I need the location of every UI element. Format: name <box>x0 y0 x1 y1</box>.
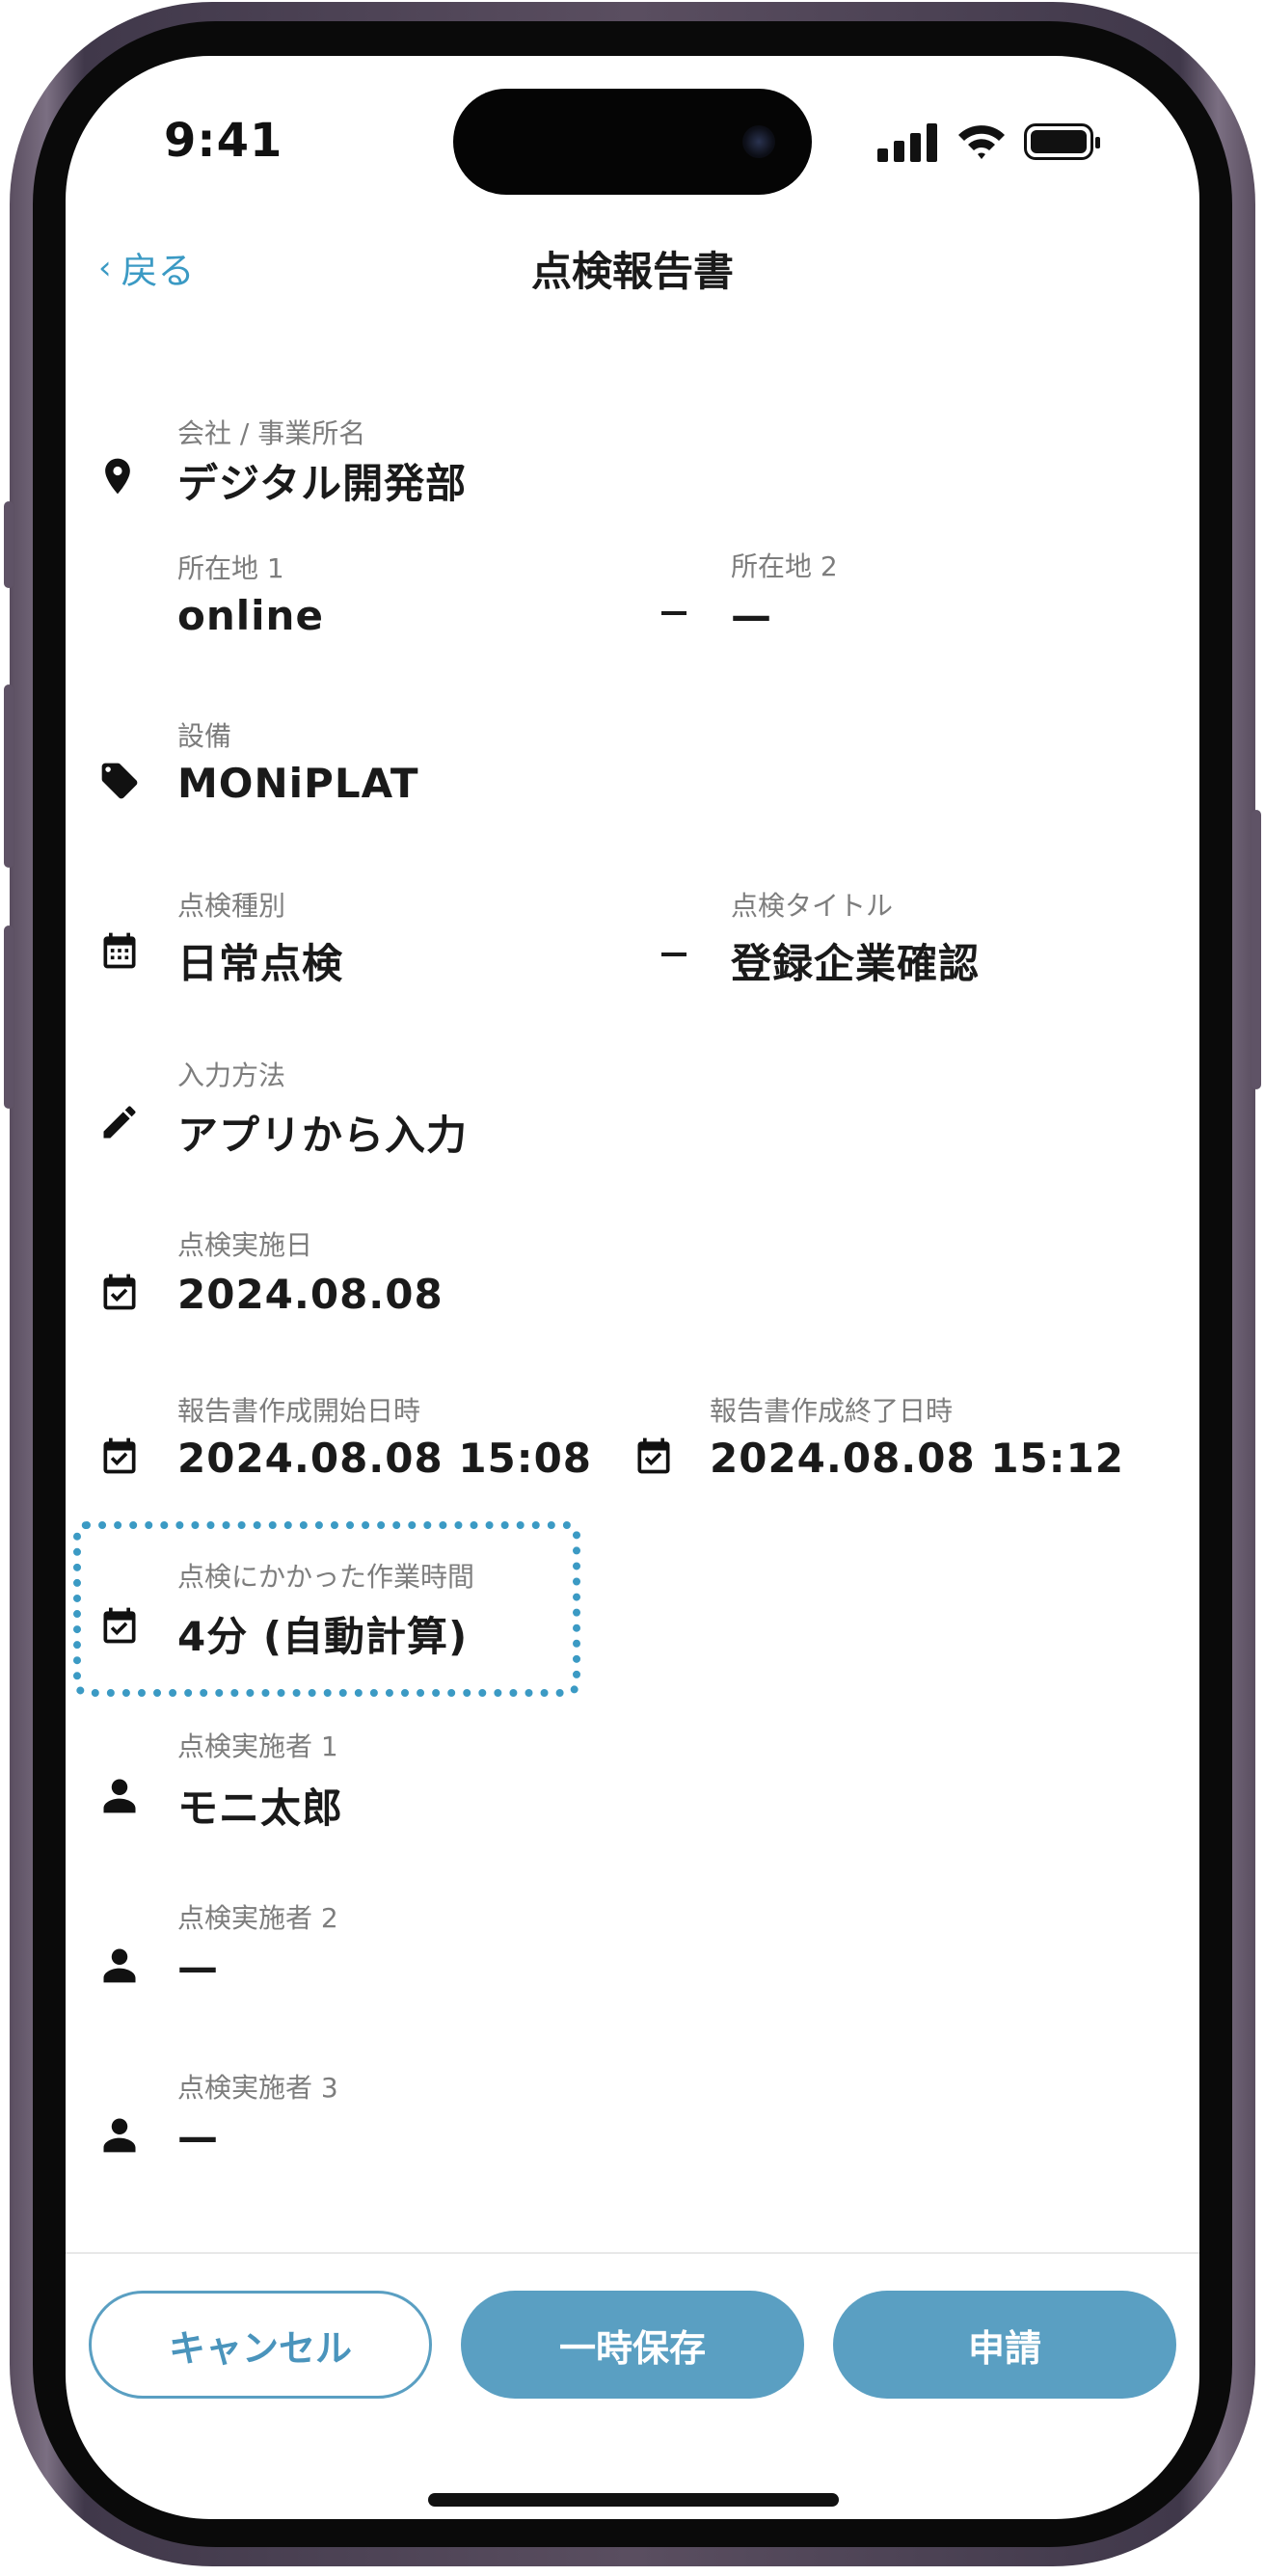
inspection-date-value: 2024.08.08 <box>177 1271 444 1318</box>
equipment-label: 設備 <box>177 720 232 752</box>
report-end-label: 報告書作成終了日時 <box>710 1395 954 1427</box>
phone-side-button <box>4 684 13 868</box>
inspector3-value: — <box>177 2113 219 2160</box>
location1-value: online <box>177 592 324 639</box>
inspector1-value: モニ太郎 <box>177 1784 344 1832</box>
inspector2-value: — <box>177 1944 219 1991</box>
report-end-value: 2024.08.08 15:12 <box>710 1435 1125 1482</box>
battery-icon <box>1024 123 1100 160</box>
calendar-check-icon <box>103 1607 136 1644</box>
person-icon <box>103 1779 136 1813</box>
phone-side-button <box>1252 810 1261 1089</box>
location2-value: — <box>731 592 772 639</box>
inspection-title-value: 登録企業確認 <box>731 940 981 987</box>
inspection-date-label: 点検実施日 <box>177 1229 313 1261</box>
home-indicator[interactable] <box>428 2493 839 2507</box>
inspection-type-value: 日常点検 <box>177 940 344 987</box>
cancel-button[interactable]: キャンセル <box>89 2291 432 2399</box>
inspection-type-label: 点検種別 <box>177 890 286 922</box>
company-value: デジタル開発部 <box>177 460 468 507</box>
work-time-label: 点検にかかった作業時間 <box>177 1561 475 1593</box>
work-time-value: 4分 (自動計算) <box>177 1613 469 1660</box>
save-draft-button[interactable]: 一時保存 <box>461 2291 804 2399</box>
person-icon <box>103 2118 136 2153</box>
wifi-icon <box>958 125 1005 159</box>
inspector3-label: 点検実施者 3 <box>177 2072 338 2104</box>
company-label: 会社 / 事業所名 <box>177 417 366 449</box>
calendar-check-icon <box>103 1437 136 1474</box>
input-method-value: アプリから入力 <box>177 1112 469 1159</box>
status-time: 9:41 <box>164 114 283 168</box>
report-start-label: 報告書作成開始日時 <box>177 1395 421 1427</box>
inspection-title-label: 点検タイトル <box>731 890 894 922</box>
inspector1-label: 点検実施者 1 <box>177 1731 338 1762</box>
report-start-value: 2024.08.08 15:08 <box>177 1435 593 1482</box>
calendar-check-icon <box>103 1274 136 1310</box>
calendar-check-icon <box>637 1437 670 1474</box>
location1-label: 所在地 1 <box>177 552 284 584</box>
inspector2-label: 点検実施者 2 <box>177 1902 338 1934</box>
location2-label: 所在地 2 <box>731 550 838 582</box>
bottom-divider <box>66 2252 1199 2254</box>
cellular-signal-icon <box>877 123 937 162</box>
submit-button[interactable]: 申請 <box>833 2291 1176 2399</box>
calendar-icon <box>103 932 136 969</box>
page-title: 点検報告書 <box>530 248 734 295</box>
location-pin-icon <box>105 458 130 495</box>
separator-dash <box>661 953 686 956</box>
phone-side-button <box>4 501 13 588</box>
phone-side-button <box>4 926 13 1109</box>
separator-dash <box>661 611 686 615</box>
equipment-value: MONiPLAT <box>177 760 419 807</box>
input-method-label: 入力方法 <box>177 1060 286 1091</box>
person-icon <box>103 1948 136 1983</box>
camera-icon <box>742 125 775 158</box>
tag-icon <box>101 763 138 799</box>
pencil-icon <box>103 1106 136 1139</box>
